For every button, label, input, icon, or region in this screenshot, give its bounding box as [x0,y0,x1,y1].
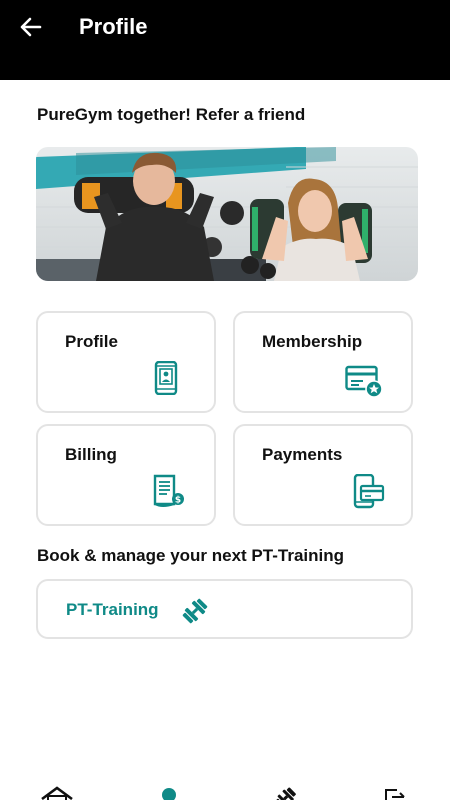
nav-logout[interactable] [383,785,407,800]
gym-photo [36,147,418,281]
arrow-left-icon [20,17,42,37]
dumbbell-icon [182,598,208,624]
billing-document-icon: $ [153,474,184,507]
nav-training[interactable] [273,785,297,800]
nav-profile[interactable] [159,785,179,800]
phone-payment-icon [353,474,385,509]
page-title: Profile [79,14,148,39]
tile-membership[interactable]: Membership [233,311,413,413]
back-button[interactable] [16,12,46,42]
tile-payments-label: Payments [262,445,343,464]
referral-banner-image[interactable] [36,147,418,281]
referral-title: PureGym together! Refer a friend [37,105,306,124]
logout-icon [385,789,405,800]
svg-text:$: $ [175,496,181,506]
tile-profile-label: Profile [65,332,118,351]
tile-billing-label: Billing [65,445,117,464]
profile-icon [162,788,176,800]
app-bar: Profile [0,0,450,80]
home-icon [41,786,73,800]
nav-home[interactable] [40,785,74,800]
tile-membership-label: Membership [262,332,363,351]
membership-card-icon [345,365,383,398]
phone-profile-icon [154,361,178,395]
pt-heading: Book & manage your next PT-Training [37,546,344,565]
tile-billing[interactable]: Billing $ [36,424,216,526]
training-icon [275,787,296,800]
pt-training-label: PT-Training [66,600,159,619]
bottom-nav [0,780,450,800]
tile-payments[interactable]: Payments [233,424,413,526]
pt-training-button[interactable]: PT-Training [36,579,413,639]
tile-profile[interactable]: Profile [36,311,216,413]
